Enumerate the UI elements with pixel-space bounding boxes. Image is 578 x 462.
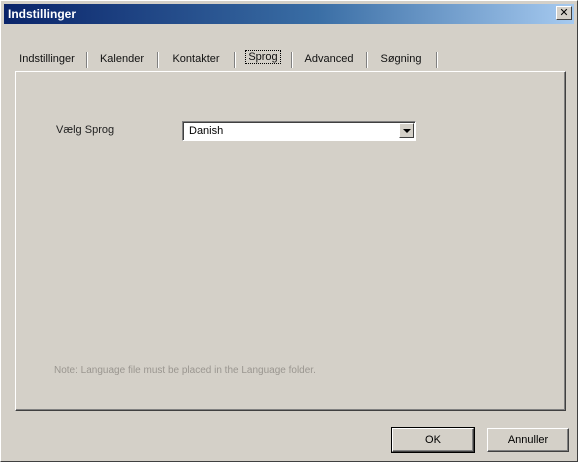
close-button[interactable]: ✕ (556, 6, 572, 20)
title-bar[interactable]: Indstillinger ✕ (4, 4, 574, 24)
tab-divider (436, 52, 438, 68)
window-title: Indstillinger (8, 7, 77, 21)
settings-dialog: Indstillinger ✕ Indstillinger Kalender K… (0, 0, 578, 462)
tab-label: Indstillinger (19, 53, 75, 65)
tab-divider (86, 52, 88, 68)
tab-kalender[interactable]: Kalender (91, 49, 153, 69)
language-note: Note: Language file must be placed in th… (54, 365, 316, 376)
tab-label: Kontakter (172, 53, 220, 65)
tab-kontakter[interactable]: Kontakter (162, 49, 230, 69)
chevron-down-icon[interactable] (399, 123, 414, 138)
close-icon: ✕ (559, 6, 569, 19)
tab-divider (157, 52, 159, 68)
language-select[interactable]: Danish (182, 121, 416, 141)
tab-indstillinger[interactable]: Indstillinger (11, 49, 83, 69)
tab-sogning[interactable]: Søgning (370, 49, 432, 69)
tab-label: Kalender (99, 53, 145, 65)
tab-label: Sprog (245, 50, 281, 64)
tab-label: Søgning (380, 53, 422, 65)
tab-divider (366, 52, 368, 68)
ok-button[interactable]: OK (391, 427, 475, 453)
tab-divider (291, 52, 293, 68)
language-select-value: Danish (189, 125, 224, 137)
tab-advanced[interactable]: Advanced (295, 49, 363, 69)
tab-divider (234, 52, 236, 68)
tab-panel-sprog: Vælg Sprog Danish Note: Language file mu… (15, 71, 566, 411)
language-label: Vælg Sprog (56, 124, 115, 136)
tab-sprog[interactable]: Sprog (239, 47, 287, 69)
cancel-button[interactable]: Annuller (487, 428, 569, 452)
tab-label: Advanced (304, 53, 354, 65)
